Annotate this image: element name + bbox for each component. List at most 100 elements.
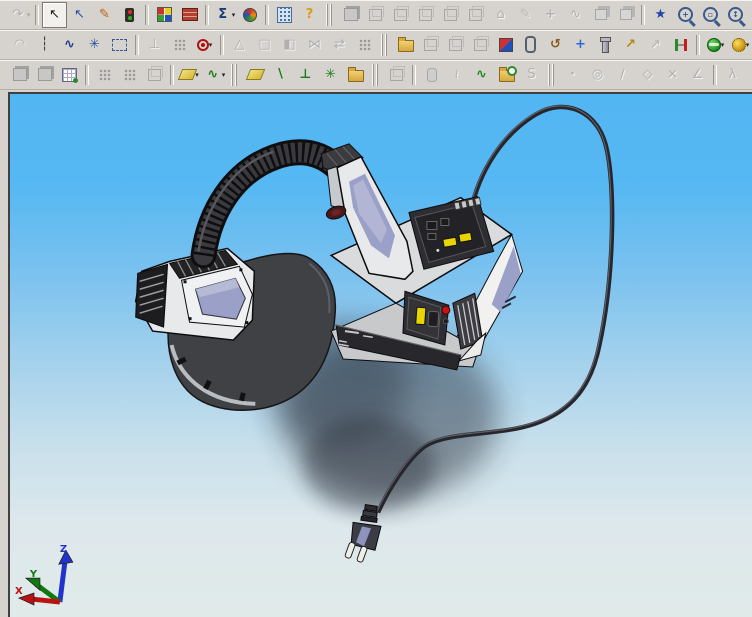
assembly-tools-dropdown-arrow[interactable]: ▾ <box>721 41 725 49</box>
traffic-light-button[interactable] <box>117 2 142 28</box>
plane-button[interactable] <box>243 62 268 88</box>
align-arrows-icon: ⇄ <box>334 37 345 52</box>
rotate-component-button[interactable]: ↺ <box>543 32 568 58</box>
measure-button[interactable]: Σ ▾ <box>212 2 237 28</box>
view-orientation-button[interactable]: ★ <box>648 2 673 28</box>
lightweight-clip-button[interactable] <box>518 32 543 58</box>
box-feature-button: □ <box>252 32 277 58</box>
edit-color-button[interactable] <box>152 2 177 28</box>
centerline-button[interactable]: ┆ <box>32 32 57 58</box>
zoom-out-button: − <box>748 2 752 28</box>
yellow-button-left[interactable] <box>442 236 458 248</box>
mate-button[interactable] <box>668 32 693 58</box>
component-transparency-button <box>468 32 493 58</box>
composite-curve-icon: ∿ <box>476 67 487 82</box>
toolbar-grip[interactable] <box>231 63 239 86</box>
zoom-to-area-button[interactable]: ▫ <box>698 2 723 28</box>
zoom-in-out-button[interactable]: ↕ <box>723 2 748 28</box>
cad-application-window: ↷▾↖↖✎Σ▾?⌂✎+∿★+▫↕−↺ ◠┆∿✳⊥▾△□◧⋈⇄↺+↗↗▾▾⌂ ▾∿… <box>0 0 752 617</box>
view-shaded-icon <box>343 8 358 21</box>
window-pane-single-icon <box>594 9 607 20</box>
move-component-icon: + <box>575 37 586 52</box>
side-small-button[interactable] <box>442 318 449 325</box>
panel-button-cluster[interactable] <box>426 221 438 230</box>
sketch-button[interactable]: ✎ <box>92 2 117 28</box>
physical-simulation-dropdown-arrow[interactable]: ▾ <box>746 41 750 49</box>
relation-collinear-button: ∕ <box>610 62 635 88</box>
insert-component-icon <box>397 37 414 52</box>
toolbar-grip[interactable] <box>381 33 389 56</box>
curve-library-button[interactable] <box>494 62 519 88</box>
reference-plane-star-button[interactable]: ▾ <box>177 62 202 88</box>
yellow-button-right[interactable] <box>458 232 473 243</box>
selection-box-button[interactable] <box>107 32 132 58</box>
grid-settings-icon <box>173 38 186 51</box>
toolbar-grip[interactable] <box>372 63 380 86</box>
move-component-button[interactable]: + <box>568 32 593 58</box>
graphics-viewport[interactable]: Z Y X <box>8 92 752 617</box>
rotate-view-button[interactable] <box>237 2 262 28</box>
edit-component-icon <box>498 37 513 52</box>
apply-texture-button[interactable] <box>177 2 202 28</box>
design-checker-button[interactable] <box>272 2 297 28</box>
physical-simulation-button[interactable]: ▾ <box>728 32 752 58</box>
draft-feature-icon: △ <box>234 37 245 52</box>
toolbar-grip[interactable] <box>326 3 334 26</box>
reference-curve-dropdown-arrow[interactable]: ▾ <box>222 71 226 79</box>
view-wireframe-button <box>413 2 438 28</box>
zoom-to-area-icon: ▫ <box>703 7 718 22</box>
model-canvas[interactable]: Z Y X <box>10 94 752 617</box>
orientation-triad: Z Y X <box>15 544 74 606</box>
plug-prong-right <box>356 545 368 563</box>
sketch-point-button[interactable]: ✳ <box>82 32 107 58</box>
helix-spiral-icon: S <box>527 67 536 82</box>
relation-vertical-icon: ∨ <box>749 66 752 84</box>
lofted-surface-button: ≀ <box>444 62 469 88</box>
select-tool-button[interactable]: ↖ <box>42 1 67 28</box>
dimension-dropdown-arrow[interactable]: ▾ <box>209 41 213 49</box>
reference-point-button[interactable]: ✳ <box>318 62 343 88</box>
design-table-icon <box>62 67 78 83</box>
mate-reference-button[interactable] <box>343 62 368 88</box>
reference-curve-button[interactable]: ∿ ▾ <box>202 62 227 88</box>
panel-button-cluster[interactable] <box>427 232 437 240</box>
spline-button[interactable]: ∿ <box>57 32 82 58</box>
top-control-panel[interactable] <box>408 196 495 270</box>
hide-component-icon <box>424 35 439 51</box>
toolbar-grip[interactable] <box>548 63 556 86</box>
view-perspective-icon <box>469 5 484 21</box>
relation-symmetric-icon: ◇ <box>642 67 653 82</box>
smart-fasteners-button[interactable] <box>593 32 618 58</box>
show-component-button <box>443 32 468 58</box>
selection-filter-button[interactable]: ↖ <box>67 2 92 28</box>
exploded-view-button[interactable]: ↗ <box>618 32 643 58</box>
panel-button-cluster[interactable] <box>440 218 450 226</box>
pattern-feature-icon <box>358 38 371 51</box>
dimension-button[interactable]: ▾ <box>192 32 217 58</box>
composite-curve-button[interactable]: ∿ <box>469 62 494 88</box>
relation-symmetric-button: ◇ <box>635 62 660 88</box>
mirror-components-button <box>142 62 167 88</box>
help-button[interactable]: ? <box>297 2 322 28</box>
view-shadows-icon <box>444 5 459 21</box>
edit-component-button[interactable] <box>493 32 518 58</box>
curve-tool-icon: ∿ <box>570 7 581 22</box>
measure-dropdown-arrow[interactable]: ▾ <box>232 11 236 19</box>
zoom-in-out-icon: ↕ <box>728 7 743 22</box>
insert-component-button[interactable] <box>393 32 418 58</box>
view-shaded-button <box>338 2 363 28</box>
axis-icon: ∖ <box>275 67 286 82</box>
shadow-blob-lower <box>303 416 435 513</box>
side-yellow-button[interactable] <box>415 306 427 326</box>
power-plug[interactable] <box>344 504 382 563</box>
explode-line-sketch-button: ↗ <box>643 32 668 58</box>
toolbar-row-features-reference: ▾∿▾∖⊥✳≀∿S·◎∕◇×∠λ∨∥ <box>0 60 752 90</box>
coordinate-system-button[interactable]: ⊥ <box>293 62 318 88</box>
zoom-to-fit-button[interactable]: + <box>673 2 698 28</box>
side-dark-button[interactable] <box>427 310 440 328</box>
axis-button[interactable]: ∖ <box>268 62 293 88</box>
assembly-tools-button[interactable]: ▾ <box>703 32 728 58</box>
power-led[interactable] <box>441 305 451 315</box>
design-table-button[interactable] <box>57 62 82 88</box>
view-hidden-lines-removed-icon <box>369 5 384 21</box>
